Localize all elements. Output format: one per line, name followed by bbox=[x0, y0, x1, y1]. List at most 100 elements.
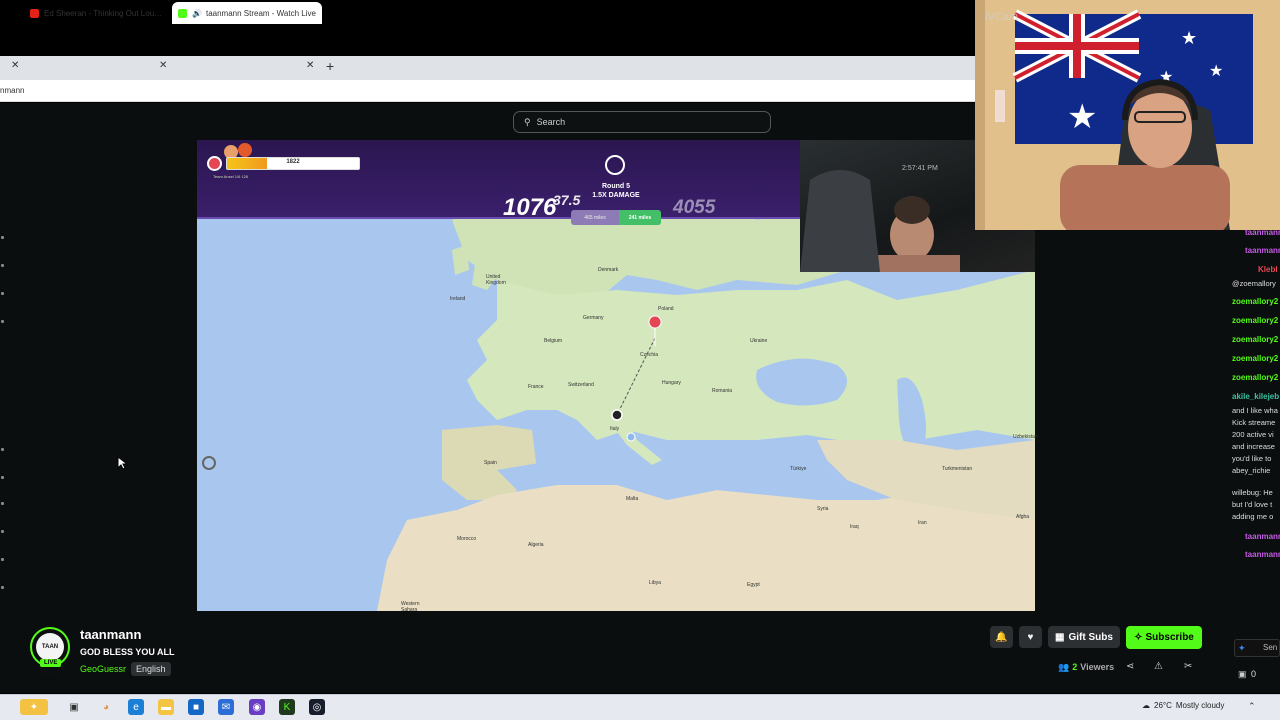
chat-message: you'd like to bbox=[1232, 454, 1272, 463]
clip-icon[interactable]: ✂ bbox=[1184, 661, 1192, 672]
chat-message: @zoemallory bbox=[1232, 279, 1276, 288]
address-bar[interactable]: nmann bbox=[0, 80, 976, 102]
store-icon[interactable]: ■ bbox=[188, 699, 204, 715]
kick-header bbox=[0, 103, 976, 140]
chat-message: abey_richie bbox=[1232, 466, 1271, 475]
health-bar-value: 1822 bbox=[286, 159, 300, 165]
chat-message: 200 active vi bbox=[1232, 430, 1274, 439]
viewer-count: 👥 2 Viewers bbox=[1058, 662, 1114, 673]
streamer-name[interactable]: taanmann bbox=[80, 627, 141, 642]
avatar-image: TAAN MANN bbox=[36, 633, 64, 678]
round-timer: 37.5 bbox=[553, 192, 581, 208]
streamer-webcam: ★ ★ ★ ★ ★ bbox=[975, 0, 1280, 230]
category-link[interactable]: GeoGuessr bbox=[80, 664, 126, 674]
gift-subs-label: Gift Subs bbox=[1068, 631, 1113, 643]
share-icon[interactable]: ⋖ bbox=[1126, 661, 1134, 672]
chat-message: willebug: He bbox=[1232, 488, 1273, 497]
distance-left: 465 miles bbox=[584, 214, 606, 221]
weather-text: Mostly cloudy bbox=[1175, 701, 1225, 710]
chat-mod-icon: ✦ bbox=[1238, 643, 1246, 653]
tab-kick[interactable]: 🔊 taanmann Stream - Watch Live bbox=[172, 2, 322, 24]
weather-temp: 26°C bbox=[1154, 701, 1172, 710]
tab-bar bbox=[0, 56, 976, 80]
steam-icon[interactable]: ◎ bbox=[309, 699, 325, 715]
tab-close-icon[interactable]: ✕ bbox=[306, 60, 314, 71]
team-info: Team Ansel 1/6 126 bbox=[213, 174, 249, 179]
chat-username[interactable]: zoemallory2 bbox=[1232, 297, 1278, 306]
chat-input-area[interactable]: ✦ Sen ▣ 0 bbox=[1230, 612, 1280, 687]
report-icon[interactable]: ⚠ bbox=[1154, 661, 1163, 672]
subscribe-button[interactable]: ✧ Subscribe bbox=[1126, 626, 1202, 649]
subscribe-label: Subscribe bbox=[1145, 632, 1194, 643]
weather-widget[interactable]: ☁ 26°C Mostly cloudy bbox=[1142, 701, 1224, 710]
chat-username[interactable]: taanmann bbox=[1245, 228, 1280, 237]
chrome-icon[interactable]: ◉ bbox=[249, 699, 265, 715]
kick-icon bbox=[178, 8, 187, 18]
audio-icon: 🔊 bbox=[192, 8, 202, 18]
chat-username[interactable]: akile_kilejeb bbox=[1232, 392, 1279, 401]
star-icon: ✧ bbox=[1134, 632, 1143, 643]
chat-message: Kick streame bbox=[1232, 418, 1276, 427]
youtube-icon bbox=[30, 8, 39, 18]
round-damage: 1.5X DAMAGE bbox=[592, 192, 640, 199]
tab-label: Ed Sheeran - Thinking Out Loud (O bbox=[44, 8, 163, 18]
copilot-icon[interactable]: ✦ bbox=[20, 699, 48, 715]
new-tab-button[interactable]: + bbox=[326, 58, 334, 74]
live-badge: LIVE bbox=[40, 659, 62, 667]
search-icon: ⚲ bbox=[524, 116, 531, 127]
location-pin-icon bbox=[207, 156, 222, 171]
tab-label: taanmann Stream - Watch Live bbox=[205, 8, 316, 18]
headphones-icon bbox=[605, 155, 625, 175]
chat-username[interactable]: taanmann bbox=[1245, 532, 1280, 541]
chat-username[interactable]: zoemallory2 bbox=[1232, 373, 1278, 382]
points-count: 0 bbox=[1251, 669, 1257, 679]
mouse-cursor-icon bbox=[117, 456, 127, 470]
kick-taskbar-icon[interactable]: K bbox=[279, 699, 295, 715]
widgets-icon[interactable]: ◕ bbox=[98, 699, 114, 715]
edge-icon[interactable]: e bbox=[128, 699, 144, 715]
chat-username[interactable]: taanmann bbox=[1245, 550, 1280, 559]
viewers-icon: 👥 bbox=[1058, 662, 1070, 672]
distance-badge: 465 miles 241 miles bbox=[571, 210, 661, 225]
gift-icon: ▦ bbox=[1055, 631, 1065, 643]
score-left: 1076 bbox=[503, 194, 557, 221]
svg-text:★: ★ bbox=[1209, 61, 1223, 80]
bell-icon[interactable]: 🔔 bbox=[990, 626, 1013, 648]
search-placeholder: Search bbox=[536, 117, 566, 127]
chat-username[interactable]: zoemallory2 bbox=[1232, 335, 1278, 344]
health-bar: 1822 bbox=[226, 157, 360, 170]
tab-close-icon[interactable]: ✕ bbox=[159, 60, 167, 71]
round-label: Round 5 bbox=[602, 183, 630, 190]
svg-text:★: ★ bbox=[1067, 97, 1097, 137]
address-text: nmann bbox=[0, 86, 25, 95]
chat-send-field[interactable]: ✦ Sen bbox=[1234, 639, 1280, 657]
score-right: 4055 bbox=[673, 197, 716, 218]
mail-icon[interactable]: ✉ bbox=[218, 699, 234, 715]
language-tag[interactable]: English bbox=[131, 662, 171, 676]
chat-username[interactable]: zoemallory2 bbox=[1232, 354, 1278, 363]
left-sidebar[interactable] bbox=[0, 140, 14, 600]
chat-message: but I'd love t bbox=[1232, 500, 1273, 509]
heart-icon[interactable]: ♥ bbox=[1019, 626, 1042, 648]
gift-icon[interactable]: ▣ bbox=[1238, 669, 1247, 680]
webcam-watermark: iVCam bbox=[985, 11, 1019, 23]
chat-username[interactable]: taanmann bbox=[1245, 246, 1280, 255]
chat-message: and increase bbox=[1232, 442, 1275, 451]
send-button[interactable]: Sen bbox=[1263, 643, 1277, 652]
viewers-number: 2 bbox=[1072, 662, 1078, 672]
gift-subs-button[interactable]: ▦ Gift Subs bbox=[1048, 626, 1120, 648]
webcam-clock: 2:57:41 PM bbox=[902, 165, 938, 172]
chat-username[interactable]: zoemallory2 bbox=[1232, 316, 1278, 325]
search-input[interactable]: ⚲ Search bbox=[513, 111, 771, 133]
webcam-scene: ★ ★ ★ ★ ★ bbox=[975, 0, 1280, 230]
file-explorer-icon[interactable]: ▬ bbox=[158, 699, 174, 715]
system-tray-chevron-icon[interactable]: ⌃ bbox=[1248, 701, 1256, 712]
tab-youtube[interactable]: Ed Sheeran - Thinking Out Loud (O bbox=[24, 2, 169, 24]
stream-title: GOD BLESS YOU ALL bbox=[80, 647, 175, 657]
player-avatar bbox=[238, 143, 252, 157]
distance-right: 241 miles bbox=[619, 210, 661, 225]
chat-username[interactable]: Klebl bbox=[1258, 265, 1278, 274]
tab-close-icon[interactable]: ✕ bbox=[11, 60, 19, 71]
weather-icon: ☁ bbox=[1142, 701, 1150, 710]
task-view-icon[interactable]: ▣ bbox=[66, 699, 82, 715]
